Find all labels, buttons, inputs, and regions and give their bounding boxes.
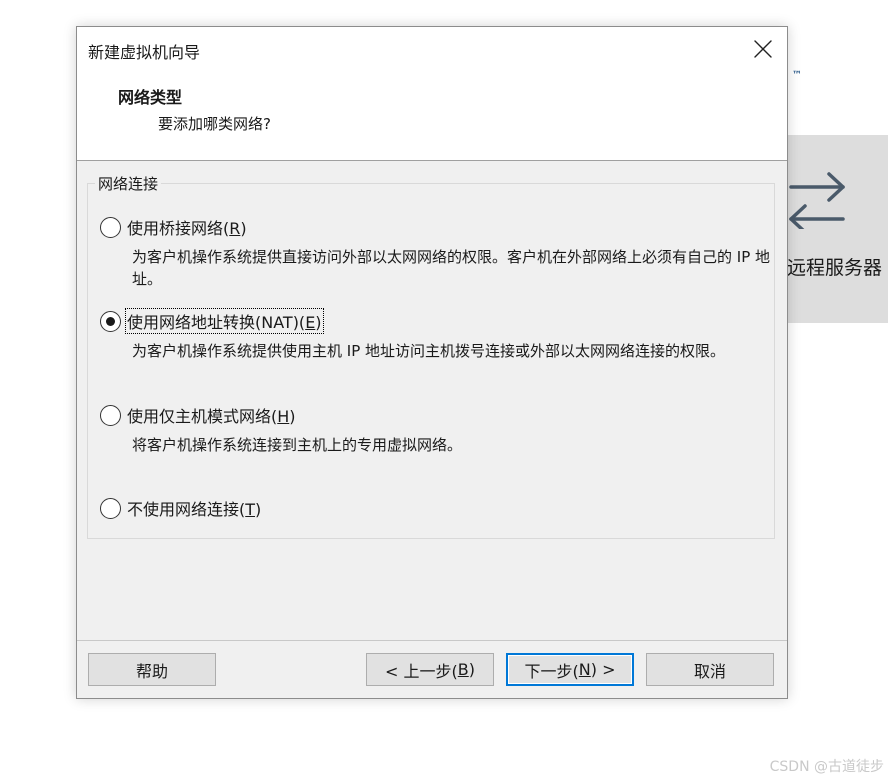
- network-connection-group: 网络连接 使用桥接网络(R) 为客户机操作系统提供直接访问外部以太网网络的权限。…: [87, 173, 775, 539]
- option-bridged-description: 为客户机操作系统提供直接访问外部以太网网络的权限。客户机在外部网络上必须有自己的…: [132, 248, 771, 288]
- group-label: 网络连接: [95, 173, 162, 194]
- option-nat-description: 为客户机操作系统提供使用主机 IP 地址访问主机拨号连接或外部以太网网络连接的权…: [132, 342, 726, 360]
- page-subheading: 要添加哪类网络?: [158, 115, 271, 133]
- trademark-mark: ™: [792, 70, 802, 81]
- transfer-arrows-icon: [789, 172, 845, 229]
- radio-bridged[interactable]: [100, 217, 121, 238]
- footer-divider: [77, 640, 787, 641]
- remote-server-tile[interactable]: 远程服务器: [787, 135, 888, 323]
- option-no-network-label[interactable]: 不使用网络连接(T): [126, 496, 262, 520]
- option-bridged-label[interactable]: 使用桥接网络(R): [126, 215, 248, 239]
- option-host-only-label[interactable]: 使用仅主机模式网络(H): [126, 403, 297, 427]
- cancel-button[interactable]: 取消: [646, 653, 774, 686]
- close-button[interactable]: [745, 31, 781, 67]
- watermark: CSDN @古道徒步: [769, 759, 884, 775]
- radio-nat[interactable]: [100, 311, 121, 332]
- radio-no-network[interactable]: [100, 498, 121, 519]
- next-button[interactable]: 下一步(N) >: [506, 653, 634, 686]
- close-icon: [754, 40, 772, 58]
- remote-server-label: 远程服务器: [787, 257, 883, 279]
- option-host-only-description: 将客户机操作系统连接到主机上的专用虚拟网络。: [132, 436, 463, 454]
- option-nat-label[interactable]: 使用网络地址转换(NAT)(E): [125, 308, 324, 334]
- dialog-title: 新建虚拟机向导: [88, 43, 201, 62]
- help-button[interactable]: 帮助: [88, 653, 216, 686]
- dialog-header: 新建虚拟机向导 网络类型 要添加哪类网络?: [77, 27, 787, 161]
- radio-host-only[interactable]: [100, 405, 121, 426]
- back-button[interactable]: < 上一步(B): [366, 653, 494, 686]
- new-vm-wizard-dialog: 新建虚拟机向导 网络类型 要添加哪类网络? 网络连接 使用桥接网络(R) 为客户…: [76, 26, 788, 699]
- page-heading: 网络类型: [118, 88, 183, 107]
